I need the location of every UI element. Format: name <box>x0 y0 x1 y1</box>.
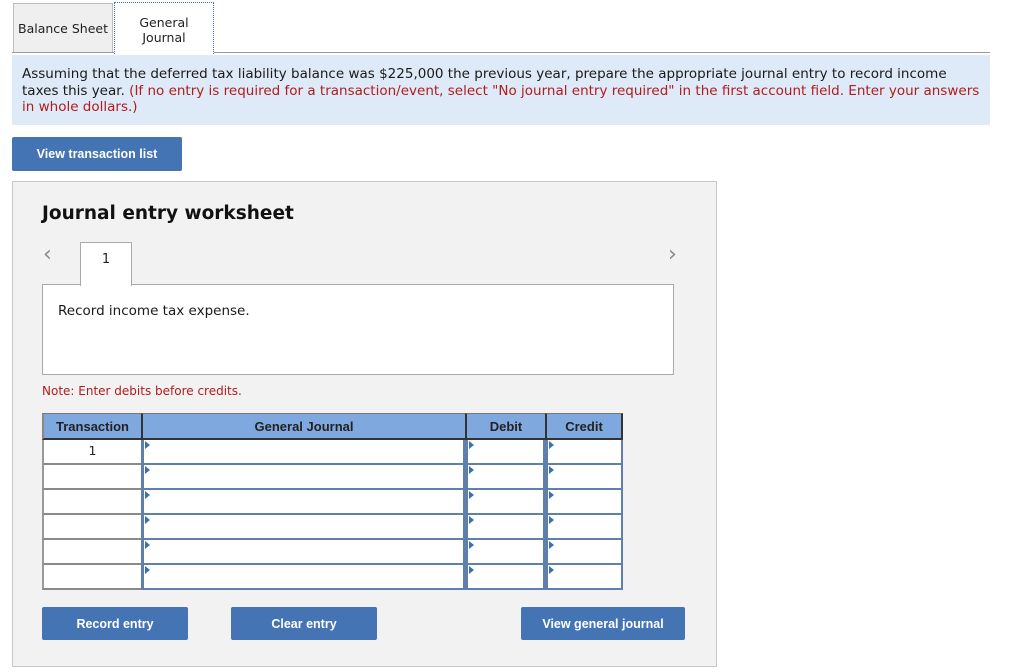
debit-input[interactable] <box>465 565 545 590</box>
instructions-box: Assuming that the deferred tax liability… <box>12 55 990 125</box>
entry-description-box: Record income tax expense. <box>42 284 674 375</box>
credit-input[interactable] <box>545 565 623 590</box>
table-row <box>42 565 623 590</box>
chevron-right-icon[interactable]: › <box>668 244 677 266</box>
account-input[interactable] <box>141 440 465 465</box>
header-credit: Credit <box>545 413 623 440</box>
transaction-cell <box>42 565 141 590</box>
view-general-journal-button[interactable]: View general journal <box>521 607 685 640</box>
table-row <box>42 515 623 540</box>
tab-balance-sheet[interactable]: Balance Sheet <box>13 3 113 53</box>
account-input[interactable] <box>141 565 465 590</box>
header-debit: Debit <box>465 413 545 440</box>
transaction-cell <box>42 515 141 540</box>
record-entry-button[interactable]: Record entry <box>42 607 188 640</box>
account-input[interactable] <box>141 465 465 490</box>
transaction-cell: 1 <box>42 440 141 465</box>
debit-input[interactable] <box>465 540 545 565</box>
entry-tab-1[interactable]: 1 <box>80 242 132 286</box>
credit-input[interactable] <box>545 515 623 540</box>
credit-input[interactable] <box>545 440 623 465</box>
table-row: 1 <box>42 440 623 465</box>
transaction-cell <box>42 540 141 565</box>
credit-input[interactable] <box>545 465 623 490</box>
account-input[interactable] <box>141 490 465 515</box>
debit-input[interactable] <box>465 440 545 465</box>
credit-input[interactable] <box>545 490 623 515</box>
instructions-hint: (If no entry is required for a transacti… <box>22 82 980 116</box>
worksheet-title: Journal entry worksheet <box>42 203 294 224</box>
tab-general-journal[interactable]: General Journal <box>114 2 214 54</box>
debit-credit-note: Note: Enter debits before credits. <box>42 384 242 398</box>
debit-input[interactable] <box>465 465 545 490</box>
table-row <box>42 490 623 515</box>
view-transaction-list-button[interactable]: View transaction list <box>12 137 182 171</box>
credit-input[interactable] <box>545 540 623 565</box>
table-row <box>42 540 623 565</box>
table-row <box>42 465 623 490</box>
account-input[interactable] <box>141 540 465 565</box>
chevron-left-icon[interactable]: ‹ <box>43 244 52 266</box>
clear-entry-button[interactable]: Clear entry <box>231 607 377 640</box>
debit-input[interactable] <box>465 490 545 515</box>
header-general-journal: General Journal <box>141 413 465 440</box>
transaction-cell <box>42 490 141 515</box>
debit-input[interactable] <box>465 515 545 540</box>
header-transaction: Transaction <box>42 413 141 440</box>
tab-bar: Balance Sheet General Journal <box>0 0 990 54</box>
transaction-cell <box>42 465 141 490</box>
entry-description: Record income tax expense. <box>58 303 250 319</box>
account-input[interactable] <box>141 515 465 540</box>
